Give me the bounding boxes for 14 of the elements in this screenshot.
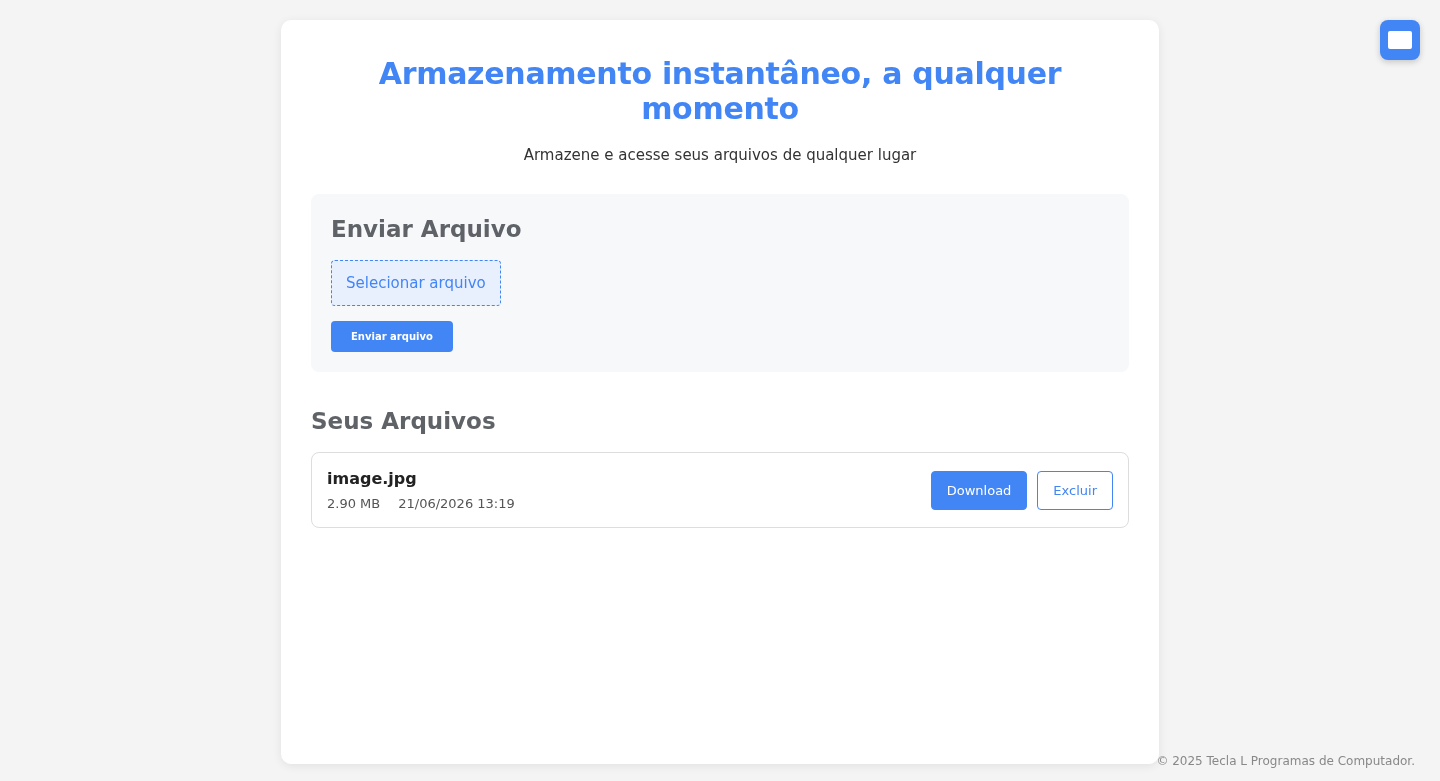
floating-button[interactable] <box>1380 20 1420 60</box>
upload-heading: Enviar Arquivo <box>331 216 523 242</box>
files-heading: Seus Arquivos <box>311 408 497 434</box>
footer-copyright: © 2025 Tecla L Programas de Computador. <box>1156 754 1415 768</box>
upload-button[interactable]: Enviar arquivo <box>331 321 453 352</box>
file-select-button[interactable]: Selecionar arquivo <box>331 260 501 306</box>
delete-button[interactable]: Excluir <box>1037 470 1113 510</box>
page-title: Armazenamento instantâneo, a qualquer momento <box>377 56 1063 126</box>
file-date: 21/06/2026 13:19 <box>398 496 515 511</box>
download-button[interactable]: Download <box>930 470 1028 510</box>
window-icon <box>1388 31 1412 49</box>
page-subtitle: Armazene e acesse seus arquivos de qualquer lugar <box>522 146 918 164</box>
file-size: 2.90 MB <box>327 496 381 511</box>
file-name: image.jpg <box>327 469 418 488</box>
